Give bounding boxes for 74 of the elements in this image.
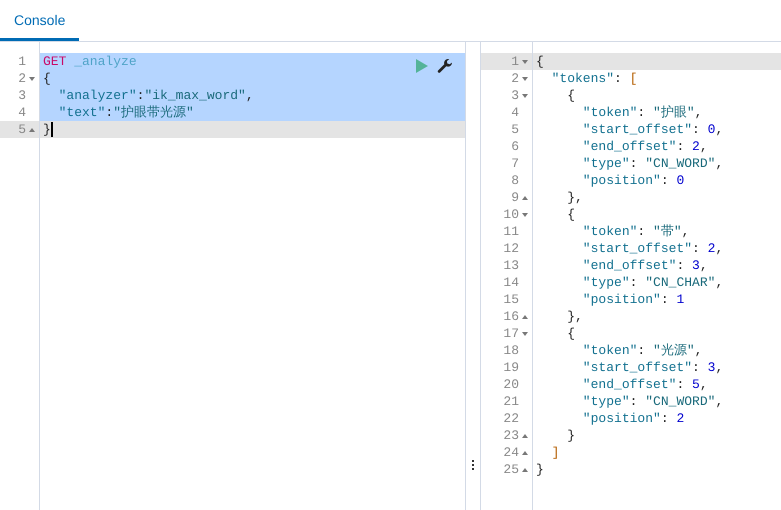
settings-wrench-icon[interactable] — [437, 58, 453, 74]
line-number: 24 — [503, 444, 519, 461]
code-line: "type": "CN_WORD", — [582, 393, 724, 410]
code-line: { — [536, 53, 544, 70]
caret-up-icon[interactable] — [522, 450, 528, 454]
code-line: "token": "护眼", — [582, 104, 702, 121]
code-line: "type": "CN_CHAR", — [582, 274, 724, 291]
caret-down-icon[interactable] — [522, 76, 528, 80]
code-line: { — [566, 206, 576, 223]
code-line: } — [536, 461, 544, 478]
code-line: "token": "带", — [582, 223, 690, 240]
line-number: 4 — [18, 104, 26, 121]
code-line: "start_offset": 2, — [582, 240, 724, 257]
line-number: 5 — [18, 121, 26, 138]
code-line: }, — [566, 189, 583, 206]
line-number: 1 — [18, 53, 26, 70]
caret-up-icon[interactable] — [29, 128, 35, 132]
caret-up-icon[interactable] — [522, 434, 528, 438]
line-number: 13 — [503, 257, 519, 274]
code-line: "text":"护眼带光源" — [58, 104, 194, 121]
code-line: "start_offset": 3, — [582, 359, 724, 376]
code-line: "position": 0 — [582, 172, 684, 189]
line-number: 23 — [503, 427, 519, 444]
line-number: 2 — [511, 70, 519, 87]
code-line: "analyzer":"ik_max_word", — [58, 87, 254, 104]
caret-up-icon[interactable] — [522, 314, 528, 318]
line-number: 3 — [18, 87, 26, 104]
line-number: 1 — [511, 53, 519, 70]
line-number: 5 — [511, 121, 519, 138]
line-number: 2 — [18, 70, 26, 87]
code-line: GET _analyze — [43, 53, 137, 70]
code-line: "end_offset": 5, — [582, 376, 708, 393]
line-number: 9 — [511, 189, 519, 206]
line-number: 14 — [503, 274, 519, 291]
line-number: 19 — [503, 359, 519, 376]
line-number: 16 — [503, 308, 519, 325]
code-line: "end_offset": 2, — [582, 138, 708, 155]
code-line: } — [43, 121, 51, 138]
caret-up-icon[interactable] — [522, 468, 528, 472]
line-number: 18 — [503, 342, 519, 359]
line-number: 3 — [511, 87, 519, 104]
line-number: 21 — [503, 393, 519, 410]
code-line: "start_offset": 0, — [582, 121, 724, 138]
line-number: 10 — [503, 206, 519, 223]
line-number: 12 — [503, 240, 519, 257]
code-line: "type": "CN_WORD", — [582, 155, 724, 172]
code-line: }, — [566, 308, 583, 325]
caret-down-icon[interactable] — [522, 212, 528, 216]
code-line: "token": "光源", — [582, 342, 702, 359]
code-line: { — [566, 87, 576, 104]
code-line: { — [43, 70, 51, 87]
caret-up-icon[interactable] — [522, 196, 528, 200]
caret-down-icon[interactable] — [29, 76, 35, 80]
line-number: 8 — [511, 172, 519, 189]
caret-down-icon[interactable] — [522, 60, 528, 64]
line-number: 11 — [503, 223, 519, 240]
line-number: 15 — [503, 291, 519, 308]
code-line: { — [566, 325, 576, 342]
line-number: 7 — [511, 155, 519, 172]
code-line: "end_offset": 3, — [582, 257, 708, 274]
line-number: 17 — [503, 325, 519, 342]
line-number: 25 — [503, 461, 519, 478]
code-line: "tokens": [ — [550, 70, 638, 87]
code-line: "position": 2 — [582, 410, 684, 427]
line-number: 20 — [503, 376, 519, 393]
code-line: "position": 1 — [582, 291, 684, 308]
code-line: ] — [550, 444, 560, 461]
code-line: } — [566, 427, 576, 444]
resize-handle-icon[interactable] — [472, 460, 474, 470]
line-number: 4 — [511, 104, 519, 121]
caret-down-icon[interactable] — [522, 94, 528, 98]
line-number: 22 — [503, 410, 519, 427]
caret-down-icon[interactable] — [522, 332, 528, 336]
line-number: 6 — [511, 138, 519, 155]
